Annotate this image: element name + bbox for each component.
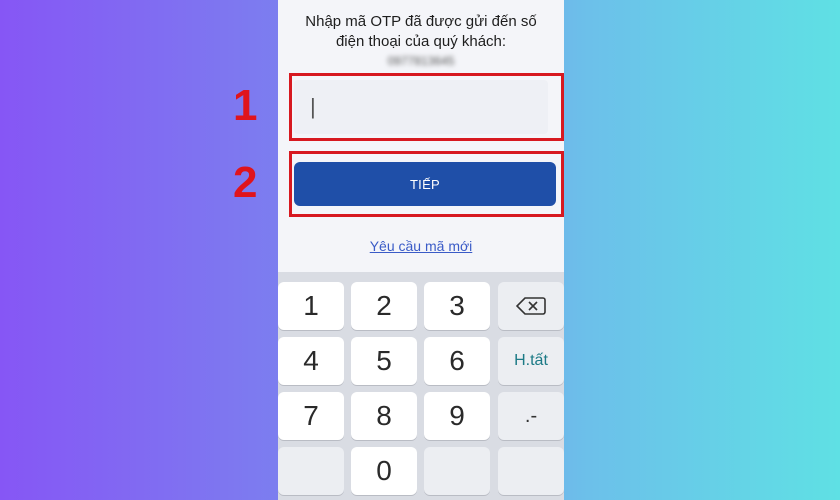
request-new-code-link[interactable]: Yêu cầu mã mới (278, 238, 564, 254)
otp-prompt: Nhập mã OTP đã được gửi đến số điện thoạ… (278, 12, 564, 52)
next-button[interactable]: TIẾP (294, 162, 556, 206)
key-6[interactable]: 6 (424, 337, 490, 385)
key-blank-left (278, 447, 344, 495)
key-0[interactable]: 0 (351, 447, 417, 495)
key-blank-right (424, 447, 490, 495)
key-blank-far-right (498, 447, 564, 495)
key-4[interactable]: 4 (278, 337, 344, 385)
masked-phone-number: 0977813645 (387, 54, 455, 68)
key-2[interactable]: 2 (351, 282, 417, 330)
punctuation-key[interactable]: .- (498, 392, 564, 440)
step-number-1: 1 (233, 81, 258, 130)
done-key[interactable]: H.tất (498, 337, 564, 385)
prompt-line-2: điện thoại của quý khách: (335, 33, 507, 50)
phone-screen: Nhập mã OTP đã được gửi đến số điện thoạ… (278, 0, 564, 500)
numeric-keypad: 1 2 3 4 5 6 H.tất 7 8 9 .- 0 (278, 272, 564, 500)
key-5[interactable]: 5 (351, 337, 417, 385)
key-3[interactable]: 3 (424, 282, 490, 330)
otp-input[interactable] (294, 80, 548, 134)
backspace-icon (516, 297, 546, 315)
step-number-2: 2 (233, 158, 258, 207)
key-9[interactable]: 9 (424, 392, 490, 440)
key-8[interactable]: 8 (351, 392, 417, 440)
backspace-key[interactable] (498, 282, 564, 330)
key-7[interactable]: 7 (278, 392, 344, 440)
key-1[interactable]: 1 (278, 282, 344, 330)
prompt-line-1: Nhập mã OTP đã được gửi đến số (305, 13, 537, 30)
